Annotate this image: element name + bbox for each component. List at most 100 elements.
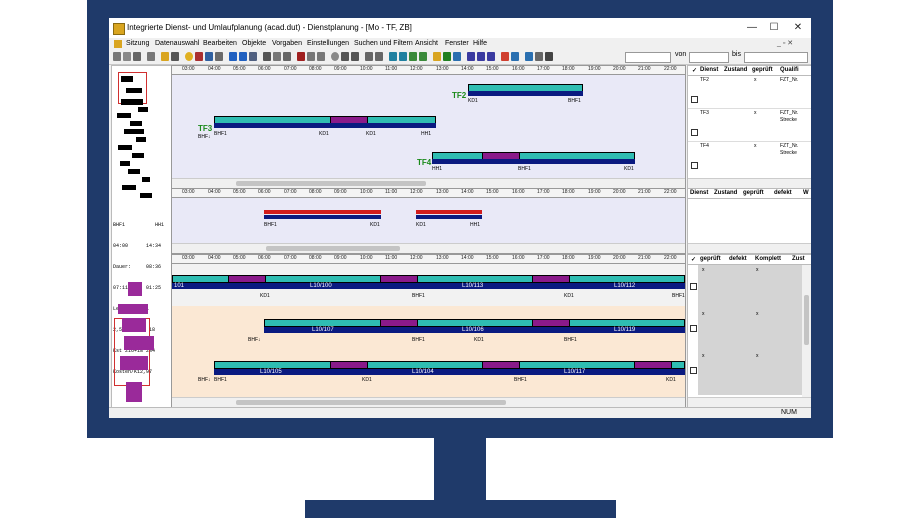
settings-icon[interactable] bbox=[511, 52, 519, 61]
view-d-icon[interactable] bbox=[419, 52, 427, 61]
cell-geprueft[interactable]: x bbox=[702, 353, 705, 359]
row-checkbox[interactable] bbox=[690, 325, 697, 332]
menu-sitzung[interactable]: Sitzung bbox=[126, 38, 149, 50]
horizontal-scrollbar[interactable] bbox=[172, 397, 685, 407]
cell-geprueft[interactable]: x bbox=[754, 143, 757, 149]
col-header-zust[interactable]: Zust bbox=[792, 256, 805, 262]
menu-suchen-und-filtern[interactable]: Suchen und Filtern bbox=[354, 38, 413, 50]
join-icon[interactable] bbox=[317, 52, 325, 61]
umlauf-row-3[interactable] bbox=[214, 361, 685, 377]
scrollbar-thumb[interactable] bbox=[804, 295, 809, 345]
col-header-geprueft[interactable]: geprüft bbox=[700, 256, 721, 262]
delete-icon[interactable] bbox=[195, 52, 203, 61]
zoom-out-icon[interactable] bbox=[477, 52, 485, 61]
col-header-zustand[interactable]: Zustand bbox=[724, 67, 747, 73]
col-header-dienst[interactable]: Dienst bbox=[700, 67, 718, 73]
tool-c-icon[interactable] bbox=[283, 52, 291, 61]
horizontal-scrollbar[interactable] bbox=[688, 243, 811, 253]
horizontal-scrollbar[interactable] bbox=[688, 397, 811, 407]
cell-qualifi[interactable]: FZT_Nr. bbox=[780, 143, 798, 149]
row-checkbox[interactable] bbox=[690, 283, 697, 290]
chart-icon[interactable] bbox=[453, 52, 461, 61]
grid-icon[interactable] bbox=[375, 52, 383, 61]
find-icon[interactable] bbox=[229, 52, 237, 61]
key-icon[interactable] bbox=[501, 52, 509, 61]
col-header-defekt[interactable]: defekt bbox=[729, 256, 747, 262]
find-next-icon[interactable] bbox=[239, 52, 247, 61]
col-header-dienst[interactable]: Dienst bbox=[690, 190, 708, 196]
cell-geprueft[interactable]: x bbox=[702, 267, 705, 273]
minimize-button[interactable]: — bbox=[741, 18, 763, 38]
tool-b-icon[interactable] bbox=[273, 52, 281, 61]
bis-input[interactable] bbox=[744, 52, 808, 63]
col-header-defekt[interactable]: defekt bbox=[774, 190, 792, 196]
col-header-check[interactable]: ✓ bbox=[691, 256, 696, 263]
cell-komplett[interactable]: x bbox=[756, 353, 759, 359]
new-icon[interactable] bbox=[185, 52, 193, 61]
menu-hilfe[interactable]: Hilfe bbox=[473, 38, 487, 50]
dienst-bar-tf2[interactable] bbox=[468, 84, 583, 100]
cell-qualifi[interactable]: FZT_Nr. bbox=[780, 110, 798, 116]
cell-qualifi[interactable]: FZT_Nr. bbox=[780, 77, 798, 83]
zoom-in-icon[interactable] bbox=[467, 52, 475, 61]
row-checkbox[interactable] bbox=[691, 96, 698, 103]
cell-qualifi-line2[interactable]: Strecke bbox=[780, 150, 797, 156]
vertical-scrollbar[interactable] bbox=[802, 265, 811, 397]
close-button[interactable]: ✕ bbox=[787, 18, 809, 38]
menu-objekte[interactable]: Objekte bbox=[242, 38, 266, 50]
print-icon[interactable] bbox=[205, 52, 213, 61]
funnel-icon[interactable] bbox=[525, 52, 533, 61]
align-icon[interactable] bbox=[351, 52, 359, 61]
col-header-zustand[interactable]: Zustand bbox=[714, 190, 737, 196]
col-header-check[interactable]: ✓ bbox=[692, 67, 697, 74]
split-icon[interactable] bbox=[307, 52, 315, 61]
scrollbar-thumb[interactable] bbox=[266, 246, 400, 251]
horizontal-scrollbar[interactable] bbox=[172, 178, 685, 188]
open-icon[interactable] bbox=[161, 52, 169, 61]
cell-dienst[interactable]: TF3 bbox=[700, 110, 709, 116]
scrollbar-thumb[interactable] bbox=[236, 400, 506, 405]
filter-icon[interactable] bbox=[249, 52, 257, 61]
time-filter-input[interactable] bbox=[625, 52, 671, 63]
cell-geprueft[interactable]: x bbox=[702, 311, 705, 317]
undo-icon[interactable] bbox=[147, 52, 155, 61]
draw-icon[interactable] bbox=[297, 52, 305, 61]
mdi-window-controls[interactable]: _ ▫ ✕ bbox=[777, 38, 793, 50]
umlauf-row-1[interactable] bbox=[172, 275, 685, 291]
col-header-qualifi[interactable]: Qualifi bbox=[780, 67, 799, 73]
scrollbar-thumb[interactable] bbox=[236, 181, 426, 186]
move-icon[interactable] bbox=[341, 52, 349, 61]
dienst-label-tf3[interactable]: TF3 bbox=[198, 124, 212, 133]
row-checkbox[interactable] bbox=[691, 162, 698, 169]
dienst-bar-tf4[interactable] bbox=[432, 152, 635, 168]
cut-icon[interactable] bbox=[133, 52, 141, 61]
detail-bar-1[interactable] bbox=[264, 210, 381, 226]
col-header-w[interactable]: W bbox=[803, 190, 809, 196]
view-c-icon[interactable] bbox=[409, 52, 417, 61]
row-checkbox[interactable] bbox=[690, 367, 697, 374]
von-input[interactable] bbox=[689, 52, 729, 63]
folder-icon[interactable] bbox=[433, 52, 441, 61]
cell-geprueft[interactable]: x bbox=[754, 110, 757, 116]
menu-einstellungen[interactable]: Einstellungen bbox=[307, 38, 349, 50]
binoculars-icon[interactable] bbox=[535, 52, 543, 61]
cell-komplett[interactable]: x bbox=[756, 267, 759, 273]
menu-datenauswahl[interactable]: Datenauswahl bbox=[155, 38, 199, 50]
menu-ansicht[interactable]: Ansicht bbox=[415, 38, 438, 50]
menu-fenster[interactable]: Fenster bbox=[445, 38, 469, 50]
col-header-komplett[interactable]: Komplett bbox=[755, 256, 781, 262]
horizontal-scrollbar[interactable] bbox=[688, 178, 811, 188]
paste-icon[interactable] bbox=[123, 52, 131, 61]
copy-icon[interactable] bbox=[113, 52, 121, 61]
dienst-bar-tf3[interactable] bbox=[214, 116, 436, 132]
cell-dienst[interactable]: TF4 bbox=[700, 143, 709, 149]
fit-icon[interactable] bbox=[487, 52, 495, 61]
grid-view-icon[interactable] bbox=[545, 52, 553, 61]
row-checkbox[interactable] bbox=[691, 129, 698, 136]
col-header-geprueft[interactable]: geprüft bbox=[743, 190, 764, 196]
cell-geprueft[interactable]: x bbox=[754, 77, 757, 83]
cell-dienst[interactable]: TF2 bbox=[700, 77, 709, 83]
dienst-label-tf2[interactable]: TF2 bbox=[452, 91, 466, 100]
menu-vorgaben[interactable]: Vorgaben bbox=[272, 38, 302, 50]
cell-komplett[interactable]: x bbox=[756, 311, 759, 317]
